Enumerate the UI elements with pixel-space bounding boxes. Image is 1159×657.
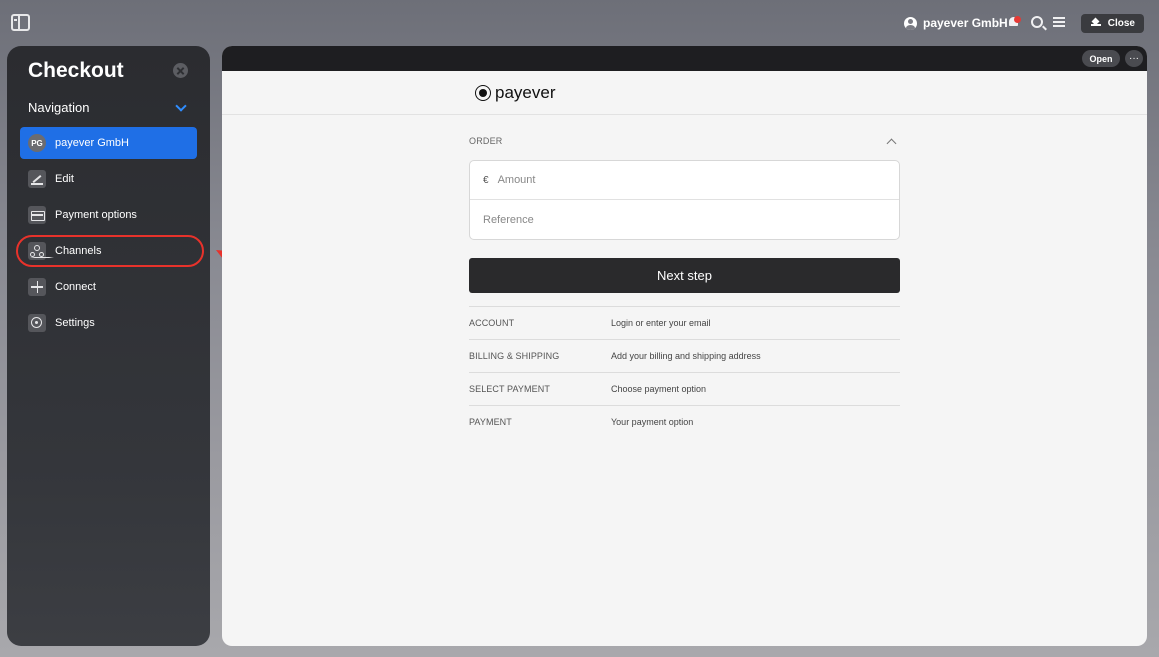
checkout-preview-panel: Open ··· payever ORDER € Amount Referenc…: [222, 46, 1147, 646]
step-billing-shipping[interactable]: BILLING & SHIPPING Add your billing and …: [469, 339, 900, 372]
order-form: € Amount Reference: [469, 160, 900, 240]
close-button-label: Close: [1107, 18, 1135, 29]
avatar: PG: [28, 134, 46, 152]
step-payment[interactable]: PAYMENT Your payment option: [469, 405, 900, 438]
sidebar-item-edit[interactable]: Edit: [20, 163, 197, 195]
order-section-label: ORDER: [469, 136, 503, 146]
sidebar: Checkout Navigation PG payever GmbH Edit…: [7, 46, 210, 646]
search-icon[interactable]: [1031, 16, 1043, 28]
panel-toolbar: Open ···: [222, 46, 1147, 71]
layers-icon: [1091, 18, 1101, 28]
sidebar-item-settings[interactable]: Settings: [20, 307, 197, 339]
account-menu[interactable]: payever GmbH: [904, 15, 1008, 31]
step-description: Login or enter your email: [611, 318, 711, 328]
plus-icon: [28, 278, 46, 296]
close-button[interactable]: Close: [1081, 14, 1144, 33]
sidebar-title: Checkout: [28, 59, 124, 82]
sidebar-item-label: Edit: [55, 173, 74, 185]
sidebar-item-label: payever GmbH: [55, 137, 129, 149]
next-step-button[interactable]: Next step: [469, 258, 900, 293]
top-bar: payever GmbH Close: [0, 0, 1159, 46]
step-description: Your payment option: [611, 417, 694, 427]
settings-icon: [28, 314, 46, 332]
sidebar-item-payment-options[interactable]: Payment options: [20, 199, 197, 231]
sidebar-item-label: Connect: [55, 281, 96, 293]
amount-field[interactable]: € Amount: [470, 161, 899, 200]
step-name: ACCOUNT: [469, 318, 515, 328]
step-name: BILLING & SHIPPING: [469, 351, 560, 361]
checkout-header: payever: [222, 71, 1147, 115]
menu-icon[interactable]: [1053, 17, 1065, 27]
chevron-up-icon[interactable]: [886, 138, 897, 149]
step-account[interactable]: ACCOUNT Login or enter your email: [469, 306, 900, 339]
step-name: SELECT PAYMENT: [469, 384, 550, 394]
chevron-down-icon[interactable]: [175, 100, 187, 112]
step-select-payment[interactable]: SELECT PAYMENT Choose payment option: [469, 372, 900, 405]
reference-field[interactable]: Reference: [470, 200, 899, 240]
sidebar-item-business[interactable]: PG payever GmbH: [20, 127, 197, 159]
brand-name: payever: [495, 83, 556, 102]
user-icon: [904, 16, 917, 30]
channels-highlight-annotation: [16, 235, 204, 267]
sidebar-item-connect[interactable]: Connect: [20, 271, 197, 303]
currency-symbol: €: [483, 174, 489, 186]
notification-bell-icon[interactable]: [1008, 16, 1021, 28]
card-icon: [28, 206, 46, 224]
logo-circle-icon: [475, 85, 491, 101]
checkout-steps: ACCOUNT Login or enter your email BILLIN…: [469, 306, 900, 438]
sidebar-item-label: Settings: [55, 317, 95, 329]
sidebar-toggle-icon[interactable]: [11, 14, 30, 31]
navigation-header[interactable]: Navigation: [28, 100, 89, 115]
step-description: Choose payment option: [611, 384, 707, 394]
step-name: PAYMENT: [469, 417, 512, 427]
step-description: Add your billing and shipping address: [611, 351, 761, 361]
sidebar-item-label: Payment options: [55, 209, 137, 221]
reference-placeholder: Reference: [483, 214, 534, 226]
notification-dot: [1014, 16, 1021, 23]
open-button[interactable]: Open: [1082, 50, 1120, 67]
edit-icon: [28, 170, 46, 188]
close-sidebar-icon[interactable]: [173, 63, 188, 78]
amount-placeholder: Amount: [497, 174, 536, 186]
account-name: payever GmbH: [923, 16, 1008, 30]
payever-logo: payever: [475, 83, 555, 103]
more-options-button[interactable]: ···: [1125, 50, 1143, 67]
